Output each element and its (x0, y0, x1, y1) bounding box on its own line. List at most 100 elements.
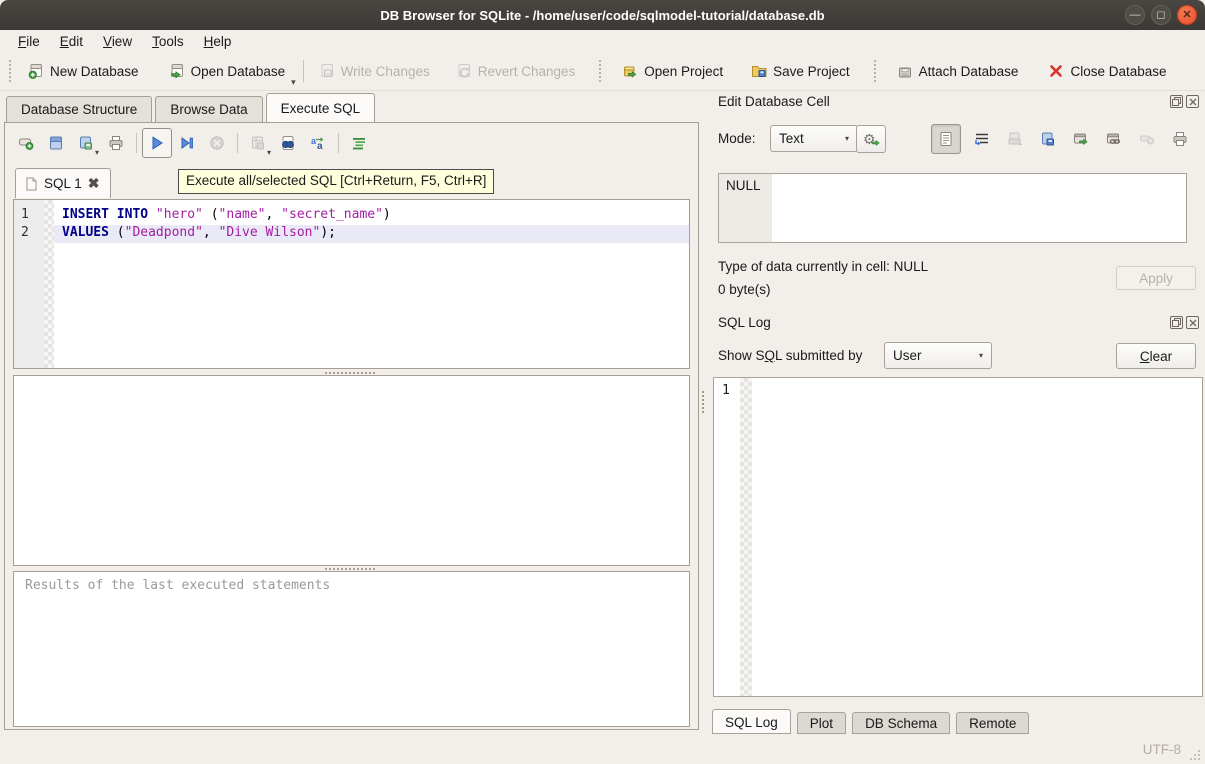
sql-log-dock-icons (1170, 316, 1199, 329)
save-sql-dropdown[interactable]: ▾ (95, 148, 99, 157)
open-database-dropdown[interactable]: ▾ (291, 77, 296, 90)
revert-changes-label: Revert Changes (478, 64, 576, 79)
tab-sql-log[interactable]: SQL Log (712, 709, 791, 734)
cell-size-info: 0 byte(s) (718, 282, 771, 297)
line-number: 1 (14, 207, 44, 225)
bottom-tab-bar: SQL Log Plot DB Schema Remote (712, 709, 1035, 734)
main-area: Database Structure Browse Data Execute S… (0, 91, 1205, 764)
sql-file-tab[interactable]: SQL 1 ✖ (15, 168, 111, 198)
attach-database-label: Attach Database (919, 64, 1019, 79)
find-replace-icon: a a (310, 135, 326, 151)
mode-combobox[interactable]: Text ▾ (770, 125, 858, 152)
toolbar-drag-handle-2[interactable] (599, 60, 605, 82)
panel-splitter[interactable] (700, 91, 707, 701)
sql-tab-close-icon[interactable]: ✖ (88, 175, 100, 192)
sql-log-title: SQL Log (718, 315, 771, 330)
tab-remote[interactable]: Remote (956, 712, 1029, 734)
toolbar-drag-handle[interactable] (9, 60, 15, 82)
menu-view[interactable]: View (93, 32, 142, 51)
save-project-label: Save Project (773, 64, 850, 79)
float-log-panel-icon[interactable] (1170, 316, 1183, 329)
maximize-button[interactable]: ◻ (1151, 5, 1171, 25)
results-grid-pane[interactable] (13, 375, 690, 566)
gear-apply-icon: ⚙ (862, 130, 880, 148)
export-button[interactable] (1036, 127, 1060, 151)
sql-editor[interactable]: 12 INSERT INTO "hero" ("name", "secret_n… (13, 199, 690, 369)
menu-tools[interactable]: Tools (142, 32, 194, 51)
toolbar-separator (303, 60, 304, 82)
editor-fold-margin (44, 200, 54, 368)
editor-code-area[interactable]: INSERT INTO "hero" ("name", "secret_name… (54, 200, 689, 368)
open-project-label: Open Project (644, 64, 723, 79)
open-database-button[interactable]: Open Database (161, 58, 294, 84)
print-button[interactable] (101, 128, 131, 158)
find-replace-button[interactable]: a a (303, 128, 333, 158)
find-button[interactable] (273, 128, 303, 158)
save-sql-file-button[interactable]: ▾ (71, 128, 101, 158)
log-line-number: 1 (714, 378, 740, 696)
results-message-pane[interactable]: Results of the last executed statements (13, 571, 690, 727)
menu-help[interactable]: Help (194, 32, 242, 51)
save-results-icon (250, 135, 266, 151)
float-panel-icon[interactable] (1170, 95, 1183, 108)
encoding-indicator: UTF-8 (1143, 742, 1181, 757)
code-line[interactable]: INSERT INTO "hero" ("name", "secret_name… (54, 207, 689, 225)
open-external-icon (1073, 131, 1089, 147)
save-results-button: ▾ (243, 128, 273, 158)
right-panel: Edit Database Cell Mode: Text ▾ ⚙ (707, 91, 1205, 764)
word-wrap-button[interactable] (970, 127, 994, 151)
execute-line-button[interactable] (172, 128, 202, 158)
print-icon (108, 135, 124, 151)
cell-editor-area[interactable] (772, 174, 1186, 242)
close-button[interactable]: ✕ (1177, 5, 1197, 25)
tab-db-schema[interactable]: DB Schema (852, 712, 950, 734)
format-icon (351, 135, 367, 151)
window-title: DB Browser for SQLite - /home/user/code/… (380, 8, 824, 23)
editor-line-numbers: 12 (14, 200, 44, 368)
new-database-button[interactable]: New Database (20, 58, 147, 84)
resize-grip[interactable] (1187, 747, 1201, 761)
tab-execute-sql[interactable]: Execute SQL (266, 93, 376, 122)
save-project-button[interactable]: Save Project (743, 58, 858, 84)
sql-toolbar-separator-3 (338, 133, 339, 153)
log-filter-combobox[interactable]: User ▾ (884, 342, 992, 369)
sql-log-box[interactable]: 1 (713, 377, 1203, 697)
open-external-button[interactable] (1069, 127, 1093, 151)
save-as-icon (1040, 131, 1056, 147)
editor-results-splitter[interactable] (325, 372, 375, 374)
format-button[interactable] (344, 128, 374, 158)
tab-plot[interactable]: Plot (797, 712, 846, 734)
open-project-button[interactable]: Open Project (614, 58, 731, 84)
grid-message-splitter[interactable] (325, 568, 375, 570)
attach-database-button[interactable]: Attach Database (889, 58, 1027, 84)
menu-file[interactable]: File (8, 32, 50, 51)
revert-changes-button: Revert Changes (448, 58, 584, 84)
close-panel-icon[interactable] (1186, 95, 1199, 108)
cell-editor-box[interactable]: NULL (718, 173, 1187, 243)
code-line[interactable]: VALUES ("Deadpond", "Dive Wilson"); (54, 225, 689, 243)
execute-all-button[interactable] (142, 128, 172, 158)
minimize-button[interactable]: — (1125, 5, 1145, 25)
title-bar[interactable]: DB Browser for SQLite - /home/user/code/… (0, 0, 1205, 30)
open-sql-file-button[interactable] (41, 128, 71, 158)
close-database-label: Close Database (1070, 64, 1166, 79)
tab-database-structure[interactable]: Database Structure (6, 96, 152, 122)
sql-toolbar-separator-2 (237, 133, 238, 153)
close-log-panel-icon[interactable] (1186, 316, 1199, 329)
new-sql-tab-button[interactable] (11, 128, 41, 158)
tab-browse-data[interactable]: Browse Data (155, 96, 262, 122)
text-mode-button[interactable] (931, 124, 961, 154)
log-content-area[interactable] (752, 378, 1202, 696)
close-database-button[interactable]: Close Database (1040, 58, 1174, 84)
clear-log-button[interactable]: Clear (1116, 343, 1196, 369)
menu-edit[interactable]: Edit (50, 32, 93, 51)
toolbar-drag-handle-3[interactable] (874, 60, 880, 82)
log-filter-value: User (893, 348, 922, 363)
copy-link-button[interactable] (1102, 127, 1126, 151)
print-cell-button[interactable] (1168, 127, 1192, 151)
auto-apply-button[interactable]: ⚙ (856, 125, 886, 153)
new-tab-icon (18, 135, 34, 151)
open-project-icon (622, 63, 638, 79)
mode-value: Text (779, 131, 804, 146)
open-sql-file-icon (48, 135, 64, 151)
